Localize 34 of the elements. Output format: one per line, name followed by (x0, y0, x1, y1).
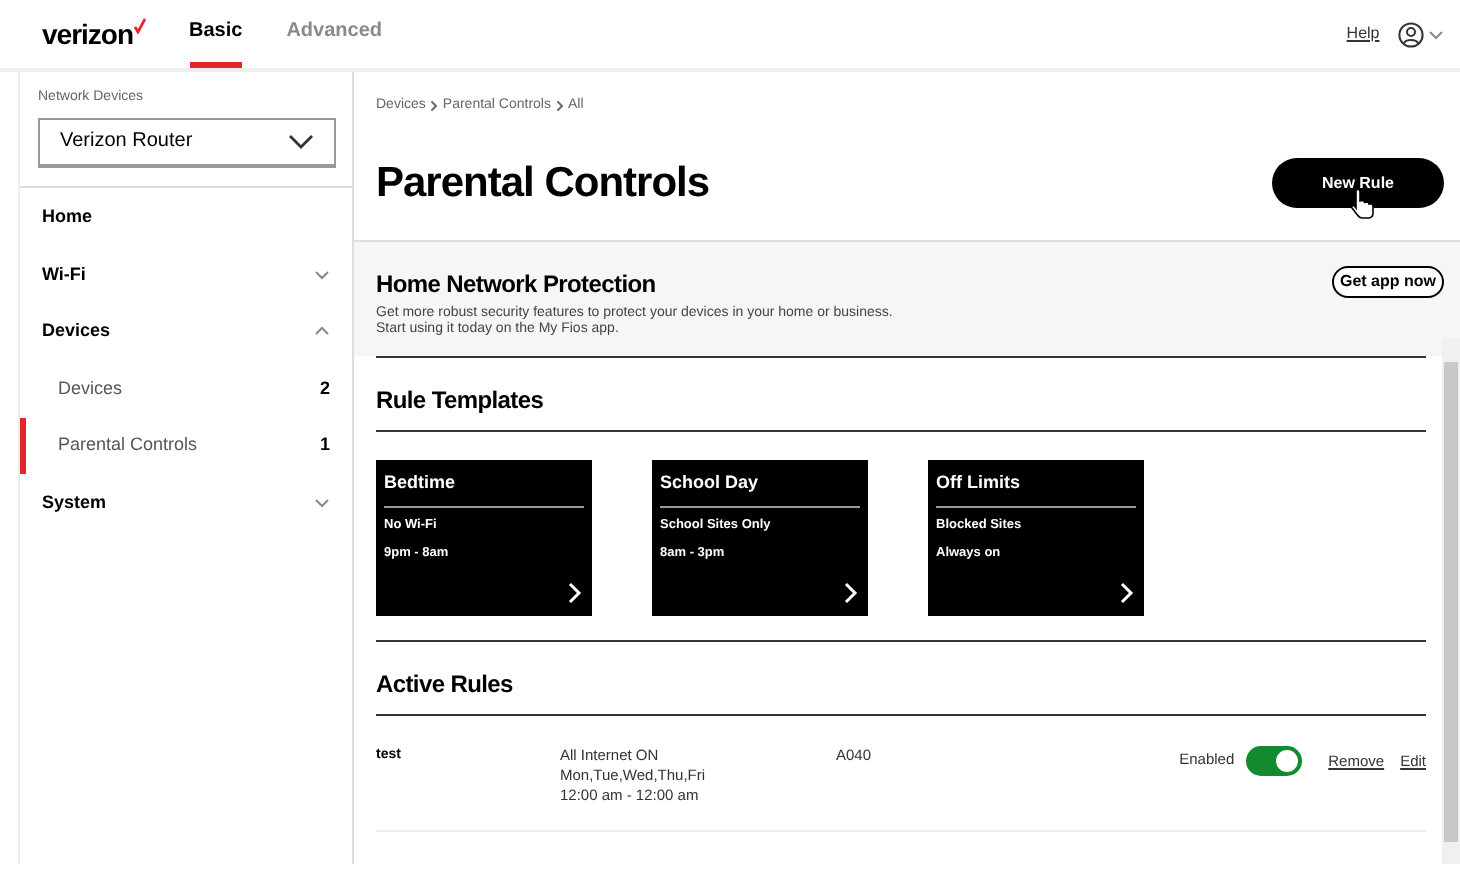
cursor-icon (1350, 188, 1374, 220)
chevron-icon (568, 581, 582, 603)
logo-text[interactable]: verizon (42, 13, 134, 55)
help-link[interactable]: Help (1346, 22, 1380, 46)
count: 2 (319, 375, 330, 402)
chevron-icon (288, 133, 314, 149)
chevron-icon (1120, 581, 1134, 603)
account-menu[interactable] (1397, 21, 1444, 47)
card-title: Off Limits (936, 469, 1136, 508)
sidebar-subitem[interactable]: Devices 2 (20, 360, 352, 418)
get-app-button[interactable]: Get app now (1332, 265, 1444, 297)
card-title: Bedtime (384, 469, 584, 508)
count: 1 (319, 432, 330, 459)
chevron-icon (430, 100, 439, 113)
section-title: Home Network Protection (376, 267, 656, 301)
sidebar-subitem[interactable]: Parental Controls 1 (20, 417, 352, 475)
chevron-icon (555, 100, 564, 113)
sidebar-item[interactable]: System (20, 474, 352, 533)
scrollbar[interactable] (1442, 338, 1460, 864)
account-icon (1397, 21, 1424, 47)
nav-tab[interactable]: Basic (189, 0, 243, 68)
checkmark-icon (133, 17, 146, 33)
section-title: Active Rules (376, 667, 515, 701)
card-title: School Day (660, 469, 860, 508)
sidebar-item[interactable]: Wi-Fi (20, 246, 352, 304)
sidebar-item[interactable]: Devices (20, 303, 352, 361)
toggle-switch[interactable] (1246, 745, 1303, 775)
page-title: Parental Controls (376, 157, 710, 209)
new-rule-button[interactable]: New Rule (1272, 158, 1444, 208)
sidebar-item[interactable]: Home (20, 189, 352, 247)
chevron-icon (1428, 29, 1444, 39)
chevron-icon (844, 581, 858, 603)
device-select[interactable]: Verizon Router (38, 117, 336, 167)
section-title: Rule Templates (376, 383, 546, 417)
